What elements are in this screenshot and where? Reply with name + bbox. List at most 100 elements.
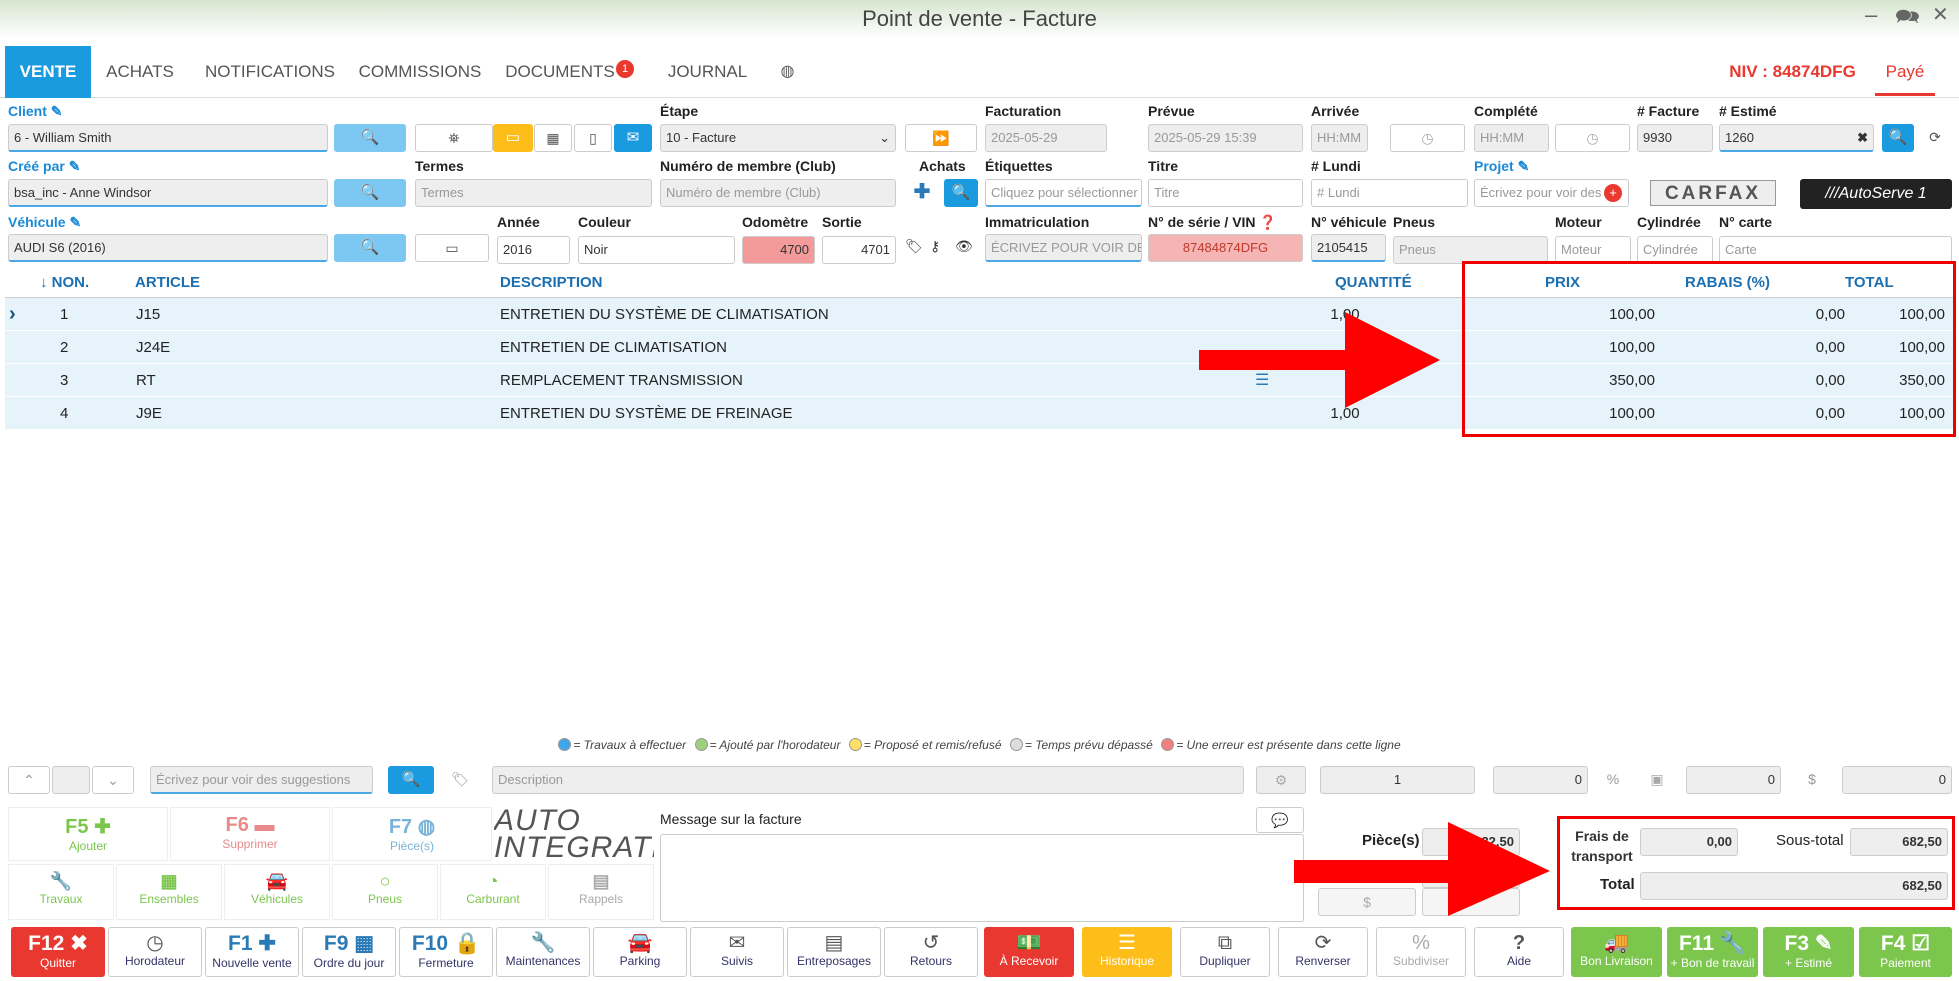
cree-par-label[interactable]: Créé par ✎ [8,158,80,175]
arrivee-input[interactable]: HH:MM [1311,124,1368,152]
line-value-1-input[interactable]: 0 [1493,766,1588,794]
phone-button[interactable]: ▯ [574,124,612,152]
tag-icon[interactable]: 🏷 [905,238,923,255]
f12-quitter-button[interactable]: F12 ✖ Quitter [11,927,105,977]
facture-input[interactable]: 9930 [1637,124,1713,152]
binoculars-button[interactable]: ⛯ [415,124,493,152]
moteur-input[interactable]: Moteur [1555,236,1631,264]
client-search-button[interactable]: 🔍 [334,124,406,152]
horodateur-button[interactable]: ◷ Horodateur [108,927,202,977]
historique-button[interactable]: ☰ Historique [1082,927,1172,977]
line-value-3-input[interactable]: 0 [1842,766,1952,794]
f9-ordre-du-jour-button[interactable]: F9 ▦ Ordre du jour [302,927,396,977]
clear-icon[interactable]: ✖ [1857,125,1868,150]
achats-search-button[interactable]: 🔍 [944,179,978,207]
tab-commissions[interactable]: COMMISSIONS [355,46,485,98]
cash-icon[interactable]: ▣ [1640,766,1674,794]
membre-input[interactable]: Numéro de membre (Club) [660,179,896,207]
entreposages-button[interactable]: ▤ Entreposages [787,927,881,977]
next-stage-button[interactable]: ⏩ [905,124,977,152]
f4-paiement-button[interactable]: F4 ☑ Paiement [1859,927,1952,977]
edit-icon[interactable]: ✎ [1518,158,1530,174]
vehicule-search-button[interactable]: 🔍 [334,234,406,262]
pneus-input[interactable]: Pneus [1393,236,1548,264]
move-down-button[interactable]: ⌄ [92,766,134,794]
calendar-button[interactable]: ▦ [534,124,572,152]
edit-icon[interactable]: ✎ [69,214,81,230]
line-number-input[interactable] [52,766,90,794]
close-icon[interactable]: ✕ [1932,2,1949,27]
email-button[interactable]: ✉ [614,124,652,152]
key-icon[interactable]: ⚷ [930,238,940,255]
col-description[interactable]: DESCRIPTION [500,268,603,298]
help-icon[interactable]: ❓ [1259,214,1276,230]
frais-input[interactable]: 0,00 [1640,828,1738,856]
carfax-logo[interactable]: CARFAX [1650,180,1776,206]
f6-supprimer-button[interactable]: F6 ▬ Supprimer [170,807,330,861]
f5-ajouter-button[interactable]: F5 ✚ Ajouter [8,807,168,861]
retours-button[interactable]: ↺ Retours [884,927,978,977]
parking-button[interactable]: 🚘 Parking [593,927,687,977]
status-paye[interactable]: Payé [1875,46,1935,96]
edit-icon[interactable]: ✎ [51,103,63,119]
pneus-button[interactable]: ○ Pneus [332,864,438,920]
annee-input[interactable]: 2016 [497,236,570,264]
line-search-button[interactable]: 🔍 [388,766,434,794]
estime-search-button[interactable]: 🔍 [1882,124,1914,152]
line-value-2-input[interactable]: 0 [1686,766,1781,794]
cylindree-input[interactable]: Cylindrée [1637,236,1713,264]
a-recevoir-button[interactable]: 💵 À Recevoir [984,927,1074,977]
etape-select[interactable]: 10 - Facture ⌄ [660,124,896,152]
percent-icon[interactable]: % [1596,766,1630,794]
tab-documents[interactable]: DOCUMENTS [505,46,615,98]
sortie-input[interactable]: 4701 [822,236,896,264]
move-up-button[interactable]: ⌃ [8,766,50,794]
carburant-button[interactable]: ◔ Carburant [440,864,546,920]
edit-icon[interactable]: ✎ [69,158,81,174]
line-settings-button[interactable]: ⚙ [1256,766,1306,794]
ensembles-button[interactable]: ▦ Ensembles [116,864,222,920]
carte-input[interactable]: Carte [1719,236,1952,264]
suivis-button[interactable]: ✉ Suivis [690,927,784,977]
f7-pieces-button[interactable]: F7 ◍ Pièce(s) [332,807,492,861]
dollar-icon[interactable]: $ [1795,766,1829,794]
col-no[interactable]: ↓ NON. [40,268,89,298]
f3-estime-button[interactable]: F3 ✎ + Estimé [1763,927,1854,977]
subdiviser-button[interactable]: % Subdiviser [1376,927,1466,977]
maintenances-button[interactable]: 🔧 Maintenances [496,927,590,977]
cree-par-input[interactable]: bsa_inc - Anne Windsor [8,179,328,207]
etiquettes-input[interactable]: Cliquez pour sélectionner [985,179,1142,207]
vehicules-button[interactable]: 🚘 Véhicules [224,864,330,920]
noveh-input[interactable]: 2105415 [1311,234,1386,262]
tab-achats[interactable]: ACHATS [100,46,180,98]
couleur-input[interactable]: Noir [578,236,735,264]
suggest-input[interactable]: Écrivez pour voir des suggestions [150,766,373,794]
odometre-input[interactable]: 4700 [742,236,815,264]
travaux-button[interactable]: 🔧 Travaux [8,864,114,920]
tab-journal[interactable]: JOURNAL [660,46,755,98]
eye-icon[interactable]: 👁 [955,238,973,255]
facturation-input[interactable]: 2025-05-29 [985,124,1107,152]
f10-fermeture-button[interactable]: F10 🔒 Fermeture [399,927,493,977]
prevue-input[interactable]: 2025-05-29 15:39 [1148,124,1303,152]
titre-input[interactable]: Titre [1148,179,1303,207]
estime-input[interactable]: 1260 ✖ [1719,124,1874,152]
autoserve-logo[interactable]: ///AutoServe 1 [1800,179,1952,209]
line-qty-input[interactable]: 1 [1320,766,1475,794]
vehicule-note-button[interactable]: ▭ [415,234,489,262]
refresh-button[interactable]: ⟳ [1918,124,1952,152]
client-label[interactable]: Client ✎ [8,103,63,120]
col-quantite[interactable]: QUANTITÉ [1335,268,1412,298]
note-button[interactable]: ▭ [493,124,533,152]
bon-livraison-button[interactable]: 🚚 Bon Livraison [1571,927,1662,977]
line-tag-button[interactable]: 🏷 [440,766,480,794]
tab-vente[interactable]: VENTE [5,46,91,98]
f1-nouvelle-vente-button[interactable]: F1 ✚ Nouvelle vente [205,927,299,977]
cree-search-button[interactable]: 🔍 [334,179,406,207]
f11-bon-de-travail-button[interactable]: F11 🔧 + Bon de travail [1667,927,1758,977]
add-achat-button[interactable]: ✚ [905,179,939,207]
complete-input[interactable]: HH:MM [1474,124,1549,152]
vehicule-label[interactable]: Véhicule ✎ [8,214,81,231]
chat-icon[interactable]: 🗪 [1895,2,1920,36]
vin-input[interactable]: 87484874DFG [1148,234,1303,262]
